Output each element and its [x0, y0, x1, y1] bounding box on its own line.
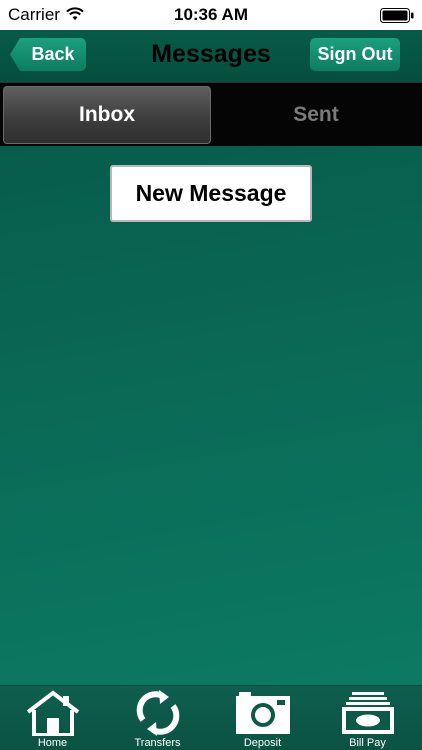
- camera-icon: [233, 686, 293, 741]
- tabbar-label-deposit: Deposit: [243, 737, 282, 749]
- bottom-tab-bar: Home Transfers Deposit Bill Pay: [0, 685, 422, 750]
- battery-icon: [380, 8, 414, 23]
- tab-sent[interactable]: Sent: [212, 86, 420, 144]
- message-tabs: Inbox Sent: [0, 82, 422, 146]
- status-time: 10:36 AM: [173, 5, 248, 24]
- refresh-arrows-icon: [133, 686, 183, 741]
- tabbar-item-bill-pay[interactable]: Bill Pay: [315, 686, 420, 750]
- tabbar-label-bill-pay: Bill Pay: [349, 737, 386, 749]
- tabbar-label-transfers: Transfers: [134, 737, 181, 749]
- tabbar-label-home: Home: [37, 737, 68, 749]
- tab-inbox[interactable]: Inbox: [3, 86, 211, 144]
- tabbar-item-deposit[interactable]: Deposit: [210, 686, 315, 750]
- tabbar-item-transfers[interactable]: Transfers: [105, 686, 210, 750]
- messages-content: New Message: [0, 146, 422, 685]
- nav-bar: Back Messages Sign Out: [0, 30, 422, 82]
- tabbar-item-home[interactable]: Home: [0, 686, 105, 750]
- new-message-button[interactable]: New Message: [110, 165, 312, 222]
- house-icon: [25, 686, 81, 741]
- status-bar: Carrier 10:36 AM: [0, 0, 422, 30]
- cash-stack-icon: [338, 686, 398, 741]
- sign-out-button[interactable]: Sign Out: [310, 38, 400, 71]
